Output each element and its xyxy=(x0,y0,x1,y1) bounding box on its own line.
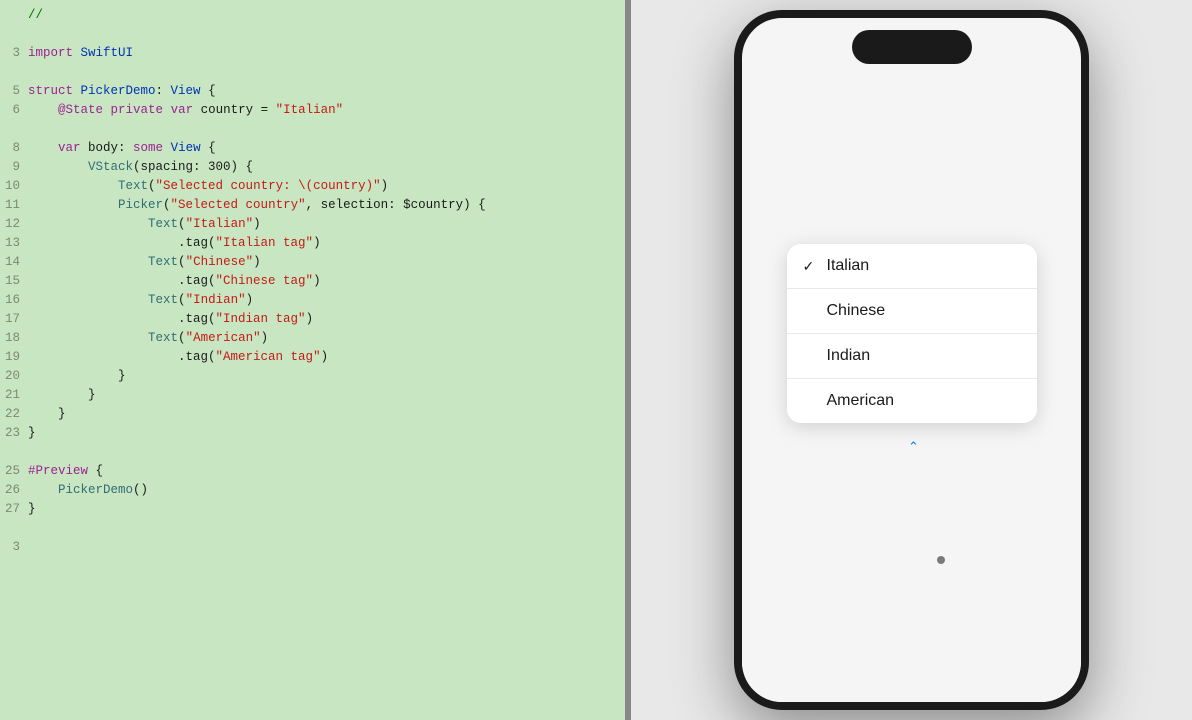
phone-screen: ✓Italian Chinese Indian American ⌃ xyxy=(742,64,1081,702)
line-number: 6 xyxy=(0,103,28,117)
code-line: 6 @State private var country = "Italian" xyxy=(0,103,625,122)
code-line: 27} xyxy=(0,502,625,521)
code-line: 26 PickerDemo() xyxy=(0,483,625,502)
code-content: Picker("Selected country", selection: $c… xyxy=(28,198,486,212)
picker-button[interactable]: ⌃ xyxy=(904,435,919,459)
dynamic-island xyxy=(852,30,972,64)
line-number: 20 xyxy=(0,369,28,383)
code-content: .tag("American tag") xyxy=(28,350,328,364)
code-content: } xyxy=(28,388,96,402)
code-line: 20 } xyxy=(0,369,625,388)
line-number: 5 xyxy=(0,84,28,98)
line-number: 10 xyxy=(0,179,28,193)
line-number: 8 xyxy=(0,141,28,155)
line-number: 3 xyxy=(0,540,28,554)
code-content: Text("Indian") xyxy=(28,293,253,307)
code-content: } xyxy=(28,502,36,516)
picker-item[interactable]: Indian xyxy=(787,334,1037,379)
code-line xyxy=(0,445,625,464)
code-content: VStack(spacing: 300) { xyxy=(28,160,253,174)
code-line: 17 .tag("Indian tag") xyxy=(0,312,625,331)
code-line: 21 } xyxy=(0,388,625,407)
line-number: 15 xyxy=(0,274,28,288)
code-content: import SwiftUI xyxy=(28,46,133,60)
code-line xyxy=(0,27,625,46)
picker-button-chevron-icon: ⌃ xyxy=(908,439,919,455)
code-content: .tag("Chinese tag") xyxy=(28,274,321,288)
picker-item-label: American xyxy=(827,392,1021,410)
code-content: } xyxy=(28,407,66,421)
line-number: 26 xyxy=(0,483,28,497)
line-number: 9 xyxy=(0,160,28,174)
code-content: PickerDemo() xyxy=(28,483,148,497)
line-number: 18 xyxy=(0,331,28,345)
line-number: 11 xyxy=(0,198,28,212)
picker-item[interactable]: Chinese xyxy=(787,289,1037,334)
code-content: @State private var country = "Italian" xyxy=(28,103,343,117)
code-line: 9 VStack(spacing: 300) { xyxy=(0,160,625,179)
code-line: 11 Picker("Selected country", selection:… xyxy=(0,198,625,217)
line-number: 17 xyxy=(0,312,28,326)
code-line: 3 xyxy=(0,540,625,559)
code-content: Text("Italian") xyxy=(28,217,261,231)
code-line: 15 .tag("Chinese tag") xyxy=(0,274,625,293)
code-line xyxy=(0,65,625,84)
code-line xyxy=(0,122,625,141)
code-line: 10 Text("Selected country: \(country)") xyxy=(0,179,625,198)
code-line xyxy=(0,521,625,540)
picker-item-label: Indian xyxy=(827,347,1021,365)
code-content: struct PickerDemo: View { xyxy=(28,84,216,98)
line-number: 25 xyxy=(0,464,28,478)
code-line: 12 Text("Italian") xyxy=(0,217,625,236)
line-number: 3 xyxy=(0,46,28,60)
code-content: // xyxy=(28,8,43,22)
cursor xyxy=(937,556,945,564)
code-line: 23} xyxy=(0,426,625,445)
code-content: Text("Selected country: \(country)") xyxy=(28,179,388,193)
line-number: 13 xyxy=(0,236,28,250)
code-content: .tag("Italian tag") xyxy=(28,236,321,250)
code-line: 5struct PickerDemo: View { xyxy=(0,84,625,103)
line-number: 12 xyxy=(0,217,28,231)
code-content: var body: some View { xyxy=(28,141,216,155)
code-line: 18 Text("American") xyxy=(0,331,625,350)
line-number: 16 xyxy=(0,293,28,307)
code-content: Text("American") xyxy=(28,331,268,345)
line-number: 23 xyxy=(0,426,28,440)
code-content: #Preview { xyxy=(28,464,103,478)
picker-item[interactable]: American xyxy=(787,379,1037,423)
code-line: 3import SwiftUI xyxy=(0,46,625,65)
code-line: 14 Text("Chinese") xyxy=(0,255,625,274)
picker-item[interactable]: ✓Italian xyxy=(787,244,1037,289)
line-number: 19 xyxy=(0,350,28,364)
code-content: .tag("Indian tag") xyxy=(28,312,313,326)
preview-panel: ✓Italian Chinese Indian American ⌃ xyxy=(631,0,1192,720)
picker-item-label: Chinese xyxy=(827,302,1021,320)
code-content: Text("Chinese") xyxy=(28,255,261,269)
code-line: 25#Preview { xyxy=(0,464,625,483)
code-line: 13 .tag("Italian tag") xyxy=(0,236,625,255)
phone-frame: ✓Italian Chinese Indian American ⌃ xyxy=(734,10,1089,710)
code-line: 8 var body: some View { xyxy=(0,141,625,160)
code-line: 19 .tag("American tag") xyxy=(0,350,625,369)
line-number: 22 xyxy=(0,407,28,421)
code-content: } xyxy=(28,426,36,440)
line-number: 21 xyxy=(0,388,28,402)
code-content: } xyxy=(28,369,126,383)
code-line: 16 Text("Indian") xyxy=(0,293,625,312)
picker-item-label: Italian xyxy=(827,257,1021,275)
code-editor-panel: //3import SwiftUI5struct PickerDemo: Vie… xyxy=(0,0,625,720)
code-line: // xyxy=(0,8,625,27)
picker-dropdown[interactable]: ✓Italian Chinese Indian American xyxy=(787,244,1037,423)
line-number: 27 xyxy=(0,502,28,516)
line-number: 14 xyxy=(0,255,28,269)
code-line: 22 } xyxy=(0,407,625,426)
checkmark-icon: ✓ xyxy=(803,258,823,275)
